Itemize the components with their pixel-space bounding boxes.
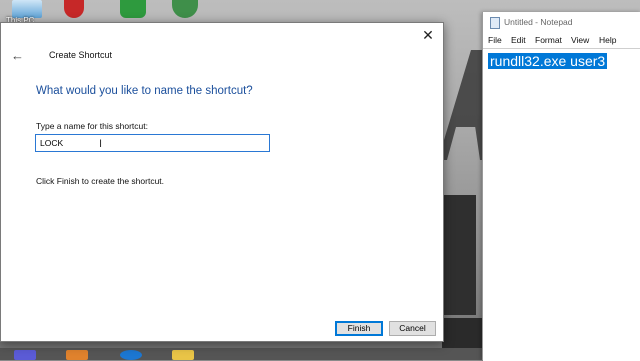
dialog-title: Create Shortcut bbox=[49, 50, 113, 60]
finish-button[interactable]: Finish bbox=[335, 321, 383, 336]
app-green-icon[interactable] bbox=[120, 0, 146, 18]
menu-file[interactable]: File bbox=[488, 35, 502, 45]
dialog-heading: What would you like to name the shortcut… bbox=[36, 85, 253, 97]
folder-icon[interactable] bbox=[172, 350, 194, 360]
notepad-titlebar[interactable]: Untitled - Notepad bbox=[483, 12, 640, 32]
android-studio-icon[interactable] bbox=[172, 0, 198, 18]
back-arrow-icon[interactable]: ← bbox=[11, 49, 27, 63]
wallpaper-dark-block bbox=[442, 195, 476, 315]
notepad-title: Untitled - Notepad bbox=[504, 17, 573, 27]
close-icon[interactable]: ✕ bbox=[419, 27, 437, 43]
bottom-app-icon-2[interactable] bbox=[66, 350, 88, 360]
menu-format[interactable]: Format bbox=[535, 35, 562, 45]
notepad-window: Untitled - Notepad File Edit Format View… bbox=[482, 12, 640, 361]
bottom-app-icon-1[interactable] bbox=[14, 350, 36, 360]
app-red-icon[interactable] bbox=[64, 0, 84, 18]
notepad-text-area[interactable]: rundll32.exe user3 bbox=[483, 48, 640, 361]
finish-instruction: Click Finish to create the shortcut. bbox=[36, 176, 165, 186]
create-shortcut-dialog: ✕ ← Create Shortcut What would you like … bbox=[0, 22, 444, 342]
menu-edit[interactable]: Edit bbox=[511, 35, 526, 45]
menu-help[interactable]: Help bbox=[599, 35, 616, 45]
bottom-app-icon-3[interactable] bbox=[120, 350, 142, 360]
selected-command-text[interactable]: rundll32.exe user3 bbox=[488, 53, 608, 69]
notepad-icon bbox=[490, 17, 500, 29]
cancel-button[interactable]: Cancel bbox=[389, 321, 436, 336]
text-cursor-icon: I bbox=[99, 138, 103, 150]
menu-view[interactable]: View bbox=[571, 35, 589, 45]
shortcut-name-label: Type a name for this shortcut: bbox=[36, 121, 148, 131]
shortcut-name-input[interactable] bbox=[35, 134, 270, 152]
